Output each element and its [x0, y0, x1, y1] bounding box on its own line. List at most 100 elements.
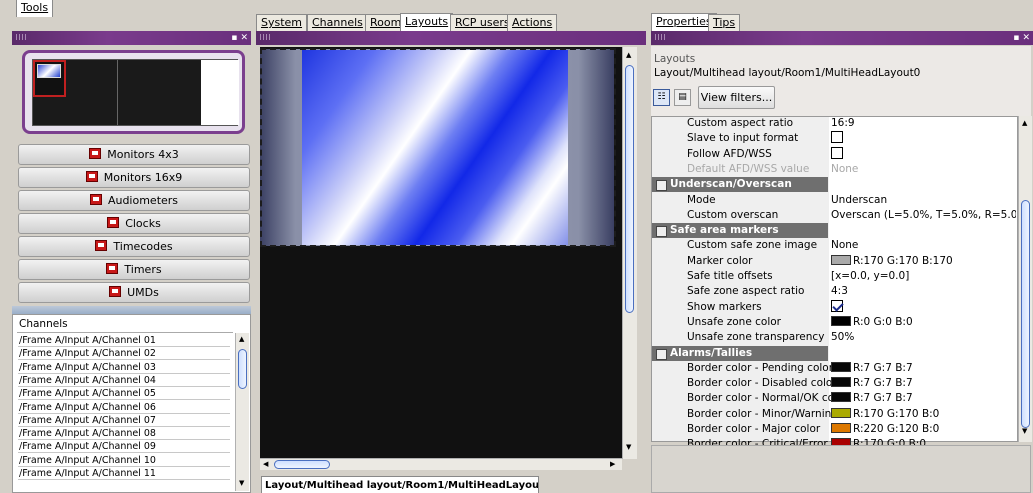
panel-buttons[interactable]: ▪ ✕ — [231, 31, 248, 45]
tab-channels[interactable]: Channels — [307, 14, 368, 31]
grip-icon[interactable] — [16, 34, 26, 40]
category-button[interactable]: Clocks — [18, 213, 250, 234]
channel-item[interactable]: /Frame A/Input A/Channel 02 — [18, 348, 230, 361]
color-swatch[interactable] — [831, 377, 851, 388]
scroll-up-icon[interactable]: ▲ — [626, 51, 631, 59]
category-button[interactable]: Timers — [18, 259, 250, 280]
channel-item[interactable]: /Frame A/Input A/Channel 09 — [18, 441, 230, 454]
color-swatch[interactable] — [831, 392, 851, 403]
category-button[interactable]: UMDs — [18, 282, 250, 303]
channels-scroll-thumb[interactable] — [238, 349, 247, 389]
color-swatch[interactable] — [831, 254, 851, 265]
property-value[interactable]: None — [831, 162, 1016, 177]
property-value[interactable]: [x=0.0, y=0.0] — [831, 269, 1016, 284]
list-view-button[interactable]: ▤ — [674, 89, 691, 106]
scroll-right-icon[interactable]: ▶ — [610, 460, 615, 468]
scroll-down-icon[interactable]: ▼ — [239, 479, 244, 487]
channel-item[interactable]: /Frame A/Input A/Channel 05 — [18, 388, 230, 401]
tab-properties[interactable]: Properties — [651, 13, 717, 31]
property-value[interactable] — [831, 299, 1016, 315]
property-value[interactable]: R:7 G:7 B:7 — [831, 376, 1016, 391]
grip-icon[interactable] — [655, 34, 665, 40]
scroll-up-icon[interactable]: ▲ — [239, 335, 244, 343]
property-row[interactable]: Follow AFD/WSS — [652, 146, 1017, 162]
channel-item[interactable]: /Frame A/Input A/Channel 08 — [18, 428, 230, 441]
property-row[interactable]: Unsafe zone transparency 50% — [652, 330, 1017, 345]
category-button[interactable]: Audiometers — [18, 190, 250, 211]
property-value[interactable]: Overscan (L=5.0%, T=5.0%, R=5.0... — [831, 208, 1016, 223]
property-value[interactable]: R:7 G:7 B:7 — [831, 361, 1016, 376]
property-row[interactable]: Slave to input format — [652, 131, 1017, 146]
property-row[interactable]: Custom safe zone image None — [652, 238, 1017, 253]
property-row[interactable]: Border color - Disabled color R:7 G:7 B:7 — [652, 376, 1017, 391]
property-row[interactable]: Default AFD/WSS value None — [652, 162, 1017, 177]
scroll-down-icon[interactable]: ▼ — [1022, 427, 1027, 435]
color-swatch[interactable] — [831, 315, 851, 326]
checkbox[interactable] — [831, 146, 843, 159]
property-row[interactable]: Show markers — [652, 299, 1017, 315]
channel-item[interactable]: /Frame A/Input A/Channel 11 — [18, 468, 230, 480]
channels-scrollbar[interactable]: ▲ ▼ — [235, 333, 249, 491]
property-row[interactable]: Custom aspect ratio 16:9 — [652, 116, 1017, 131]
splitter[interactable] — [12, 306, 251, 314]
property-section-header[interactable]: Alarms/Tallies — [652, 345, 828, 361]
category-button[interactable]: Monitors 4x3 — [18, 144, 250, 165]
scroll-up-icon[interactable]: ▲ — [1022, 119, 1027, 127]
property-value[interactable]: 4:3 — [831, 284, 1016, 299]
property-value[interactable]: R:7 G:7 B:7 — [831, 391, 1016, 406]
tab-tools[interactable]: Tools — [16, 0, 54, 17]
property-value[interactable]: 50% — [831, 330, 1016, 345]
color-swatch[interactable] — [831, 407, 851, 418]
property-row[interactable]: Safe title offsets [x=0.0, y=0.0] — [652, 269, 1017, 284]
grip-icon[interactable] — [260, 34, 270, 40]
property-value[interactable]: R:170 G:170 B:0 — [831, 407, 1016, 422]
canvas-v-scrollbar[interactable]: ▲ ▼ — [622, 47, 637, 459]
property-value[interactable]: None — [831, 238, 1016, 253]
property-row[interactable]: Marker color R:170 G:170 B:170 — [652, 254, 1017, 269]
property-row[interactable]: Safe zone aspect ratio 4:3 — [652, 284, 1017, 299]
scroll-left-icon[interactable]: ◀ — [263, 460, 268, 468]
property-section-header[interactable]: Safe area markers — [652, 223, 828, 239]
property-row[interactable]: Mode Underscan — [652, 193, 1017, 208]
property-section-header[interactable]: Underscan/Overscan — [652, 177, 828, 193]
tab-layouts[interactable]: Layouts — [400, 13, 454, 31]
property-value[interactable]: R:220 G:120 B:0 — [831, 422, 1016, 437]
checkbox[interactable] — [831, 299, 843, 312]
channel-item[interactable]: /Frame A/Input A/Channel 04 — [18, 375, 230, 387]
tab-rcp-users[interactable]: RCP users — [450, 14, 515, 31]
monitor-preview[interactable] — [22, 50, 245, 134]
property-row[interactable]: Border color - Major color R:220 G:120 B:… — [652, 422, 1017, 437]
canvas-h-scrollbar[interactable]: ◀ ▶ — [260, 458, 622, 470]
tab-tips[interactable]: Tips — [708, 14, 741, 31]
tab-system[interactable]: System — [256, 14, 308, 31]
view-filters-button[interactable]: View filters... — [698, 86, 775, 109]
property-row[interactable]: Border color - Minor/Warnin... R:170 G:17… — [652, 407, 1017, 422]
property-value[interactable]: 16:9 — [831, 116, 1016, 131]
properties-scroll-thumb[interactable] — [1021, 200, 1030, 428]
property-value[interactable] — [831, 146, 1016, 162]
property-value[interactable] — [831, 131, 1016, 146]
canvas-h-thumb[interactable] — [274, 460, 330, 469]
property-row[interactable]: Border color - Normal/OK co... R:7 G:7 B:… — [652, 391, 1017, 406]
document-tab[interactable]: Layout/Multihead layout/Room1/MultiHeadL… — [261, 476, 539, 493]
property-value[interactable]: Underscan — [831, 193, 1016, 208]
properties-scrollbar[interactable]: ▲ ▼ — [1018, 116, 1032, 442]
channel-item[interactable]: /Frame A/Input A/Channel 03 — [18, 362, 230, 374]
property-row[interactable]: Custom overscan Overscan (L=5.0%, T=5.0%,… — [652, 208, 1017, 223]
scroll-down-icon[interactable]: ▼ — [626, 443, 631, 451]
category-button[interactable]: Monitors 16x9 — [18, 167, 250, 188]
property-value[interactable]: R:0 G:0 B:0 — [831, 315, 1016, 330]
channel-item[interactable]: /Frame A/Input A/Channel 07 — [18, 415, 230, 427]
tab-actions[interactable]: Actions — [507, 14, 558, 31]
channel-item[interactable]: /Frame A/Input A/Channel 10 — [18, 455, 230, 467]
color-swatch[interactable] — [831, 361, 851, 372]
property-row[interactable]: Unsafe zone color R:0 G:0 B:0 — [652, 315, 1017, 330]
color-swatch[interactable] — [831, 423, 851, 433]
panel-buttons[interactable]: ▪ ✕ — [1013, 31, 1030, 45]
canvas-v-thumb[interactable] — [625, 65, 634, 313]
checkbox[interactable] — [831, 131, 843, 144]
category-button[interactable]: Timecodes — [18, 236, 250, 257]
property-value[interactable]: R:170 G:170 B:170 — [831, 254, 1016, 269]
property-row[interactable]: Border color - Pending color R:7 G:7 B:7 — [652, 361, 1017, 376]
channel-item[interactable]: /Frame A/Input A/Channel 06 — [18, 402, 230, 414]
